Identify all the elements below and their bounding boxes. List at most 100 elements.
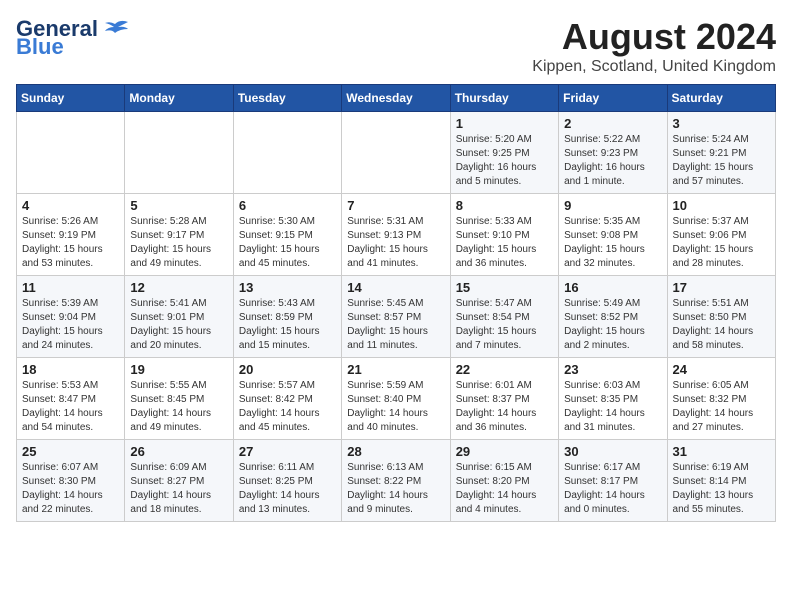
day-number: 8 xyxy=(456,198,553,213)
calendar-cell xyxy=(233,112,341,194)
calendar-cell: 2Sunrise: 5:22 AM Sunset: 9:23 PM Daylig… xyxy=(559,112,667,194)
logo-bird-icon xyxy=(100,19,130,39)
logo: General Blue xyxy=(16,16,130,60)
calendar-cell: 20 Sunrise: 5:57 AM Sunset: 8:42 PM Dayli… xyxy=(233,358,341,440)
calendar-cell: 19 Sunrise: 5:55 AM Sunset: 8:45 PM Dayli… xyxy=(125,358,233,440)
calendar-cell: 6 Sunrise: 5:30 AM Sunset: 9:15 PM Daylig… xyxy=(233,194,341,276)
week-row-5: 25 Sunrise: 6:07 AM Sunset: 8:30 PM Dayli… xyxy=(17,440,776,522)
header-monday: Monday xyxy=(125,85,233,112)
day-number: 27 xyxy=(239,444,336,459)
day-content: Sunrise: 5:51 AM Sunset: 8:50 PM Dayligh… xyxy=(673,297,770,353)
day-number: 28 xyxy=(347,444,444,459)
day-content: Sunrise: 6:05 AM Sunset: 8:32 PM Dayligh… xyxy=(673,379,770,435)
day-number: 17 xyxy=(673,280,770,295)
calendar-body: 1 Sunrise: 5:20 AM Sunset: 9:25 PM Daylig… xyxy=(17,112,776,522)
calendar-cell: 14Sunrise: 5:45 AM Sunset: 8:57 PM Dayli… xyxy=(342,276,450,358)
calendar-cell: 24 Sunrise: 6:05 AM Sunset: 8:32 PM Dayli… xyxy=(667,358,775,440)
day-content: Sunrise: 5:53 AM Sunset: 8:47 PM Dayligh… xyxy=(22,379,119,435)
day-content: Sunrise: 6:17 AM Sunset: 8:17 PM Dayligh… xyxy=(564,461,661,517)
calendar-cell: 22Sunrise: 6:01 AM Sunset: 8:37 PM Dayli… xyxy=(450,358,558,440)
calendar-cell: 18 Sunrise: 5:53 AM Sunset: 8:47 PM Dayli… xyxy=(17,358,125,440)
calendar-header: Sunday Monday Tuesday Wednesday Thursday… xyxy=(17,85,776,112)
calendar-cell: 3 Sunrise: 5:24 AM Sunset: 9:21 PM Daylig… xyxy=(667,112,775,194)
calendar-cell: 26 Sunrise: 6:09 AM Sunset: 8:27 PM Dayli… xyxy=(125,440,233,522)
day-content: Sunrise: 5:59 AM Sunset: 8:40 PM Dayligh… xyxy=(347,379,444,435)
day-number: 3 xyxy=(673,116,770,131)
day-content: Sunrise: 6:03 AM Sunset: 8:35 PM Dayligh… xyxy=(564,379,661,435)
day-number: 2 xyxy=(564,116,661,131)
day-number: 13 xyxy=(239,280,336,295)
calendar-cell: 13 Sunrise: 5:43 AM Sunset: 8:59 PM Dayli… xyxy=(233,276,341,358)
calendar-cell xyxy=(125,112,233,194)
title-block: August 2024 Kippen, Scotland, United Kin… xyxy=(532,16,776,76)
day-content: Sunrise: 6:11 AM Sunset: 8:25 PM Dayligh… xyxy=(239,461,336,517)
day-number: 4 xyxy=(22,198,119,213)
day-content: Sunrise: 5:47 AM Sunset: 8:54 PM Dayligh… xyxy=(456,297,553,353)
day-content: Sunrise: 5:31 AM Sunset: 9:13 PM Dayligh… xyxy=(347,215,444,271)
calendar-cell: 8 Sunrise: 5:33 AM Sunset: 9:10 PM Daylig… xyxy=(450,194,558,276)
calendar-table: Sunday Monday Tuesday Wednesday Thursday… xyxy=(16,84,776,522)
day-number: 18 xyxy=(22,362,119,377)
header-row: Sunday Monday Tuesday Wednesday Thursday… xyxy=(17,85,776,112)
day-number: 29 xyxy=(456,444,553,459)
header-sunday: Sunday xyxy=(17,85,125,112)
day-number: 24 xyxy=(673,362,770,377)
calendar-cell: 27 Sunrise: 6:11 AM Sunset: 8:25 PM Dayli… xyxy=(233,440,341,522)
day-content: Sunrise: 5:49 AM Sunset: 8:52 PM Dayligh… xyxy=(564,297,661,353)
calendar-cell: 1 Sunrise: 5:20 AM Sunset: 9:25 PM Daylig… xyxy=(450,112,558,194)
day-content: Sunrise: 5:43 AM Sunset: 8:59 PM Dayligh… xyxy=(239,297,336,353)
calendar-cell: 7Sunrise: 5:31 AM Sunset: 9:13 PM Daylig… xyxy=(342,194,450,276)
day-number: 1 xyxy=(456,116,553,131)
day-number: 19 xyxy=(130,362,227,377)
page-header: General Blue August 2024 Kippen, Scotlan… xyxy=(16,16,776,76)
week-row-1: 1 Sunrise: 5:20 AM Sunset: 9:25 PM Daylig… xyxy=(17,112,776,194)
week-row-2: 4Sunrise: 5:26 AM Sunset: 9:19 PM Daylig… xyxy=(17,194,776,276)
calendar-cell: 4Sunrise: 5:26 AM Sunset: 9:19 PM Daylig… xyxy=(17,194,125,276)
day-number: 12 xyxy=(130,280,227,295)
calendar-cell: 28 Sunrise: 6:13 AM Sunset: 8:22 PM Dayli… xyxy=(342,440,450,522)
day-content: Sunrise: 5:41 AM Sunset: 9:01 PM Dayligh… xyxy=(130,297,227,353)
header-wednesday: Wednesday xyxy=(342,85,450,112)
header-saturday: Saturday xyxy=(667,85,775,112)
day-content: Sunrise: 5:55 AM Sunset: 8:45 PM Dayligh… xyxy=(130,379,227,435)
calendar-cell: 31Sunrise: 6:19 AM Sunset: 8:14 PM Dayli… xyxy=(667,440,775,522)
header-tuesday: Tuesday xyxy=(233,85,341,112)
calendar-subtitle: Kippen, Scotland, United Kingdom xyxy=(532,58,776,76)
day-content: Sunrise: 5:30 AM Sunset: 9:15 PM Dayligh… xyxy=(239,215,336,271)
calendar-title: August 2024 xyxy=(532,16,776,58)
day-content: Sunrise: 6:19 AM Sunset: 8:14 PM Dayligh… xyxy=(673,461,770,517)
logo-blue: Blue xyxy=(16,34,64,60)
day-number: 11 xyxy=(22,280,119,295)
day-content: Sunrise: 5:37 AM Sunset: 9:06 PM Dayligh… xyxy=(673,215,770,271)
day-number: 6 xyxy=(239,198,336,213)
calendar-cell xyxy=(17,112,125,194)
day-number: 10 xyxy=(673,198,770,213)
header-friday: Friday xyxy=(559,85,667,112)
calendar-cell xyxy=(342,112,450,194)
day-content: Sunrise: 5:33 AM Sunset: 9:10 PM Dayligh… xyxy=(456,215,553,271)
day-number: 30 xyxy=(564,444,661,459)
calendar-cell: 12 Sunrise: 5:41 AM Sunset: 9:01 PM Dayli… xyxy=(125,276,233,358)
day-content: Sunrise: 5:39 AM Sunset: 9:04 PM Dayligh… xyxy=(22,297,119,353)
calendar-cell: 11 Sunrise: 5:39 AM Sunset: 9:04 PM Dayli… xyxy=(17,276,125,358)
day-number: 22 xyxy=(456,362,553,377)
day-content: Sunrise: 5:20 AM Sunset: 9:25 PM Dayligh… xyxy=(456,133,553,189)
day-number: 16 xyxy=(564,280,661,295)
day-content: Sunrise: 5:35 AM Sunset: 9:08 PM Dayligh… xyxy=(564,215,661,271)
day-content: Sunrise: 5:24 AM Sunset: 9:21 PM Dayligh… xyxy=(673,133,770,189)
day-content: Sunrise: 5:45 AM Sunset: 8:57 PM Dayligh… xyxy=(347,297,444,353)
day-content: Sunrise: 6:09 AM Sunset: 8:27 PM Dayligh… xyxy=(130,461,227,517)
calendar-cell: 10 Sunrise: 5:37 AM Sunset: 9:06 PM Dayli… xyxy=(667,194,775,276)
day-content: Sunrise: 6:15 AM Sunset: 8:20 PM Dayligh… xyxy=(456,461,553,517)
day-content: Sunrise: 6:07 AM Sunset: 8:30 PM Dayligh… xyxy=(22,461,119,517)
day-number: 25 xyxy=(22,444,119,459)
day-number: 26 xyxy=(130,444,227,459)
day-content: Sunrise: 5:57 AM Sunset: 8:42 PM Dayligh… xyxy=(239,379,336,435)
day-content: Sunrise: 5:28 AM Sunset: 9:17 PM Dayligh… xyxy=(130,215,227,271)
week-row-3: 11 Sunrise: 5:39 AM Sunset: 9:04 PM Dayli… xyxy=(17,276,776,358)
day-number: 5 xyxy=(130,198,227,213)
day-number: 20 xyxy=(239,362,336,377)
calendar-cell: 21Sunrise: 5:59 AM Sunset: 8:40 PM Dayli… xyxy=(342,358,450,440)
day-number: 23 xyxy=(564,362,661,377)
day-content: Sunrise: 6:13 AM Sunset: 8:22 PM Dayligh… xyxy=(347,461,444,517)
